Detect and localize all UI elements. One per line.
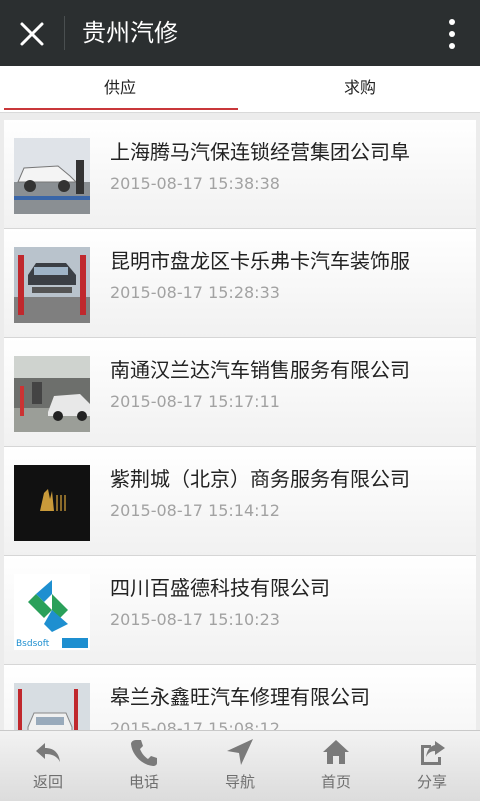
nav-phone[interactable]: 电话 — [96, 731, 192, 801]
page-title: 贵州汽修 — [82, 19, 178, 47]
list-item-time: 2015-08-17 15:17:11 — [110, 392, 280, 411]
list-item-title: 南通汉兰达汽车销售服务有限公司 — [110, 358, 410, 382]
back-icon — [36, 743, 60, 762]
top-bar: 贵州汽修 — [0, 0, 480, 66]
list-item-time: 2015-08-17 15:14:12 — [110, 501, 280, 520]
nav-navigation-label: 导航 — [224, 773, 255, 791]
list-item[interactable]: 南通汉兰达汽车销售服务有限公司 2015-08-17 15:17:11 — [4, 338, 476, 447]
list-item-time: 2015-08-17 15:28:33 — [110, 283, 280, 302]
nav-navigation[interactable]: 导航 — [192, 731, 288, 801]
tab-supply-label: 供应 — [103, 78, 136, 97]
active-tab-indicator — [4, 108, 238, 110]
nav-home[interactable]: 首页 — [288, 731, 384, 801]
phone-icon — [131, 740, 157, 766]
list-item[interactable]: 紫荆城（北京）商务服务有限公司 2015-08-17 15:14:12 — [4, 447, 476, 556]
logo-wordmark: Bsdsoft — [16, 639, 50, 649]
nav-back-label: 返回 — [32, 773, 63, 791]
supply-list[interactable]: 上海腾马汽保连锁经营集团公司阜 2015-08-17 15:38:38 昆明市盘… — [0, 114, 480, 730]
list-item-title: 四川百盛德科技有限公司 — [110, 576, 330, 600]
close-icon[interactable] — [14, 16, 50, 52]
more-vertical-icon[interactable] — [446, 14, 458, 54]
nav-back[interactable]: 返回 — [0, 731, 96, 801]
tab-purchase-label: 求购 — [343, 78, 376, 97]
list-item-title: 昆明市盘龙区卡乐弗卡汽车装饰服 — [110, 249, 410, 273]
list-item[interactable]: 上海腾马汽保连锁经营集团公司阜 2015-08-17 15:38:38 — [4, 120, 476, 229]
bottom-nav: 返回 电话 导航 首页 分享 — [0, 730, 480, 801]
list-item-thumbnail: Bsdsoft — [14, 574, 90, 650]
nav-share-label: 分享 — [416, 773, 447, 791]
list-item[interactable]: 皋兰永鑫旺汽车修理有限公司 2015-08-17 15:08:12 — [4, 665, 476, 730]
list-item-thumbnail — [14, 683, 90, 730]
list-item-title: 皋兰永鑫旺汽车修理有限公司 — [110, 685, 370, 709]
header-divider — [64, 16, 65, 50]
list-item-time: 2015-08-17 15:38:38 — [110, 174, 280, 193]
list-item-time: 2015-08-17 15:10:23 — [110, 610, 280, 629]
tab-bar: 供应 求购 — [0, 66, 480, 113]
home-icon — [323, 740, 349, 764]
list-item[interactable]: 昆明市盘龙区卡乐弗卡汽车装饰服 2015-08-17 15:28:33 — [4, 229, 476, 338]
list-item-time: 2015-08-17 15:08:12 — [110, 719, 280, 730]
list-item-title: 上海腾马汽保连锁经营集团公司阜 — [110, 140, 410, 164]
nav-home-label: 首页 — [320, 773, 351, 791]
share-icon — [421, 741, 445, 765]
list-item-thumbnail — [14, 247, 90, 323]
list-item-thumbnail — [14, 138, 90, 214]
nav-phone-label: 电话 — [128, 773, 159, 791]
list-item-thumbnail — [14, 356, 90, 432]
list-item[interactable]: Bsdsoft 四川百盛德科技有限公司 2015-08-17 15:10:23 — [4, 556, 476, 665]
navigation-icon — [227, 739, 253, 765]
list-item-title: 紫荆城（北京）商务服务有限公司 — [110, 467, 410, 491]
tab-supply[interactable]: 供应 — [0, 66, 240, 112]
list-item-thumbnail — [14, 465, 90, 541]
tab-purchase[interactable]: 求购 — [240, 66, 480, 112]
nav-share[interactable]: 分享 — [384, 731, 480, 801]
